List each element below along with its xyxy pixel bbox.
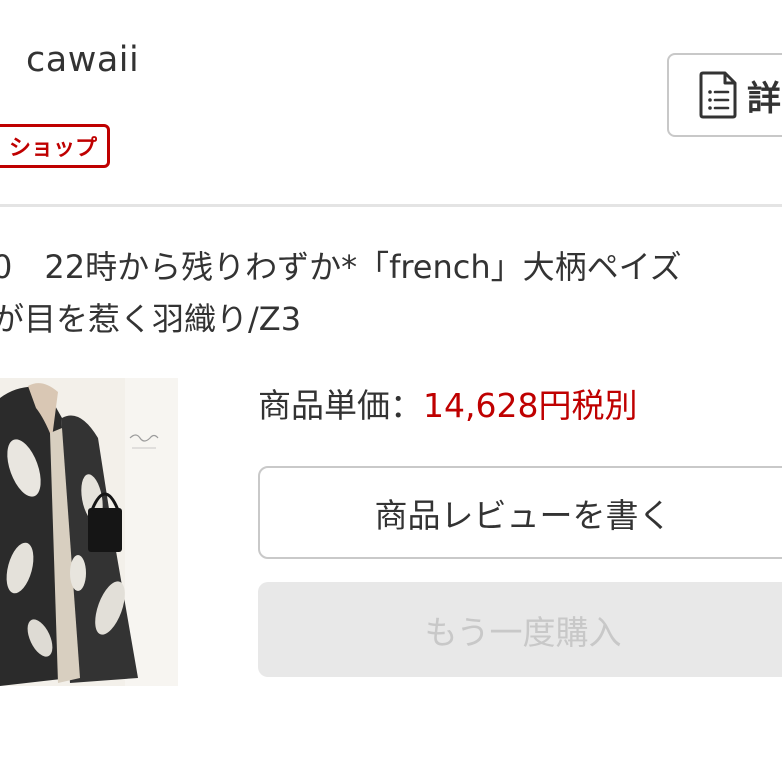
shop-badge-label: ショップ [9,136,98,161]
product-photo [0,378,178,686]
product-image[interactable] [0,378,178,686]
product-title-line-2[interactable]: が目を惹く羽織り/Z3 [0,299,301,339]
price-label: 商品単価： [258,386,423,425]
buy-again-button[interactable]: もう一度購入 [258,582,782,677]
price-row: 商品単価：14,628円税別 [258,384,637,428]
detail-button[interactable]: 詳 [667,53,782,137]
shop-name[interactable]: cawaii [26,40,139,80]
section-divider [0,204,782,207]
buy-again-label: もう一度購入 [424,612,622,652]
shop-badge: ショップ [0,124,111,168]
write-review-label: 商品レビューを書く [374,495,672,535]
product-title-line-1[interactable]: 0 22時から残りわずか*「french」大柄ペイズ [0,247,682,287]
detail-button-label: 詳 [747,78,781,119]
price-value: 14,628円税別 [423,386,638,425]
write-review-button[interactable]: 商品レビューを書く [258,466,782,559]
document-list-icon [699,71,737,119]
